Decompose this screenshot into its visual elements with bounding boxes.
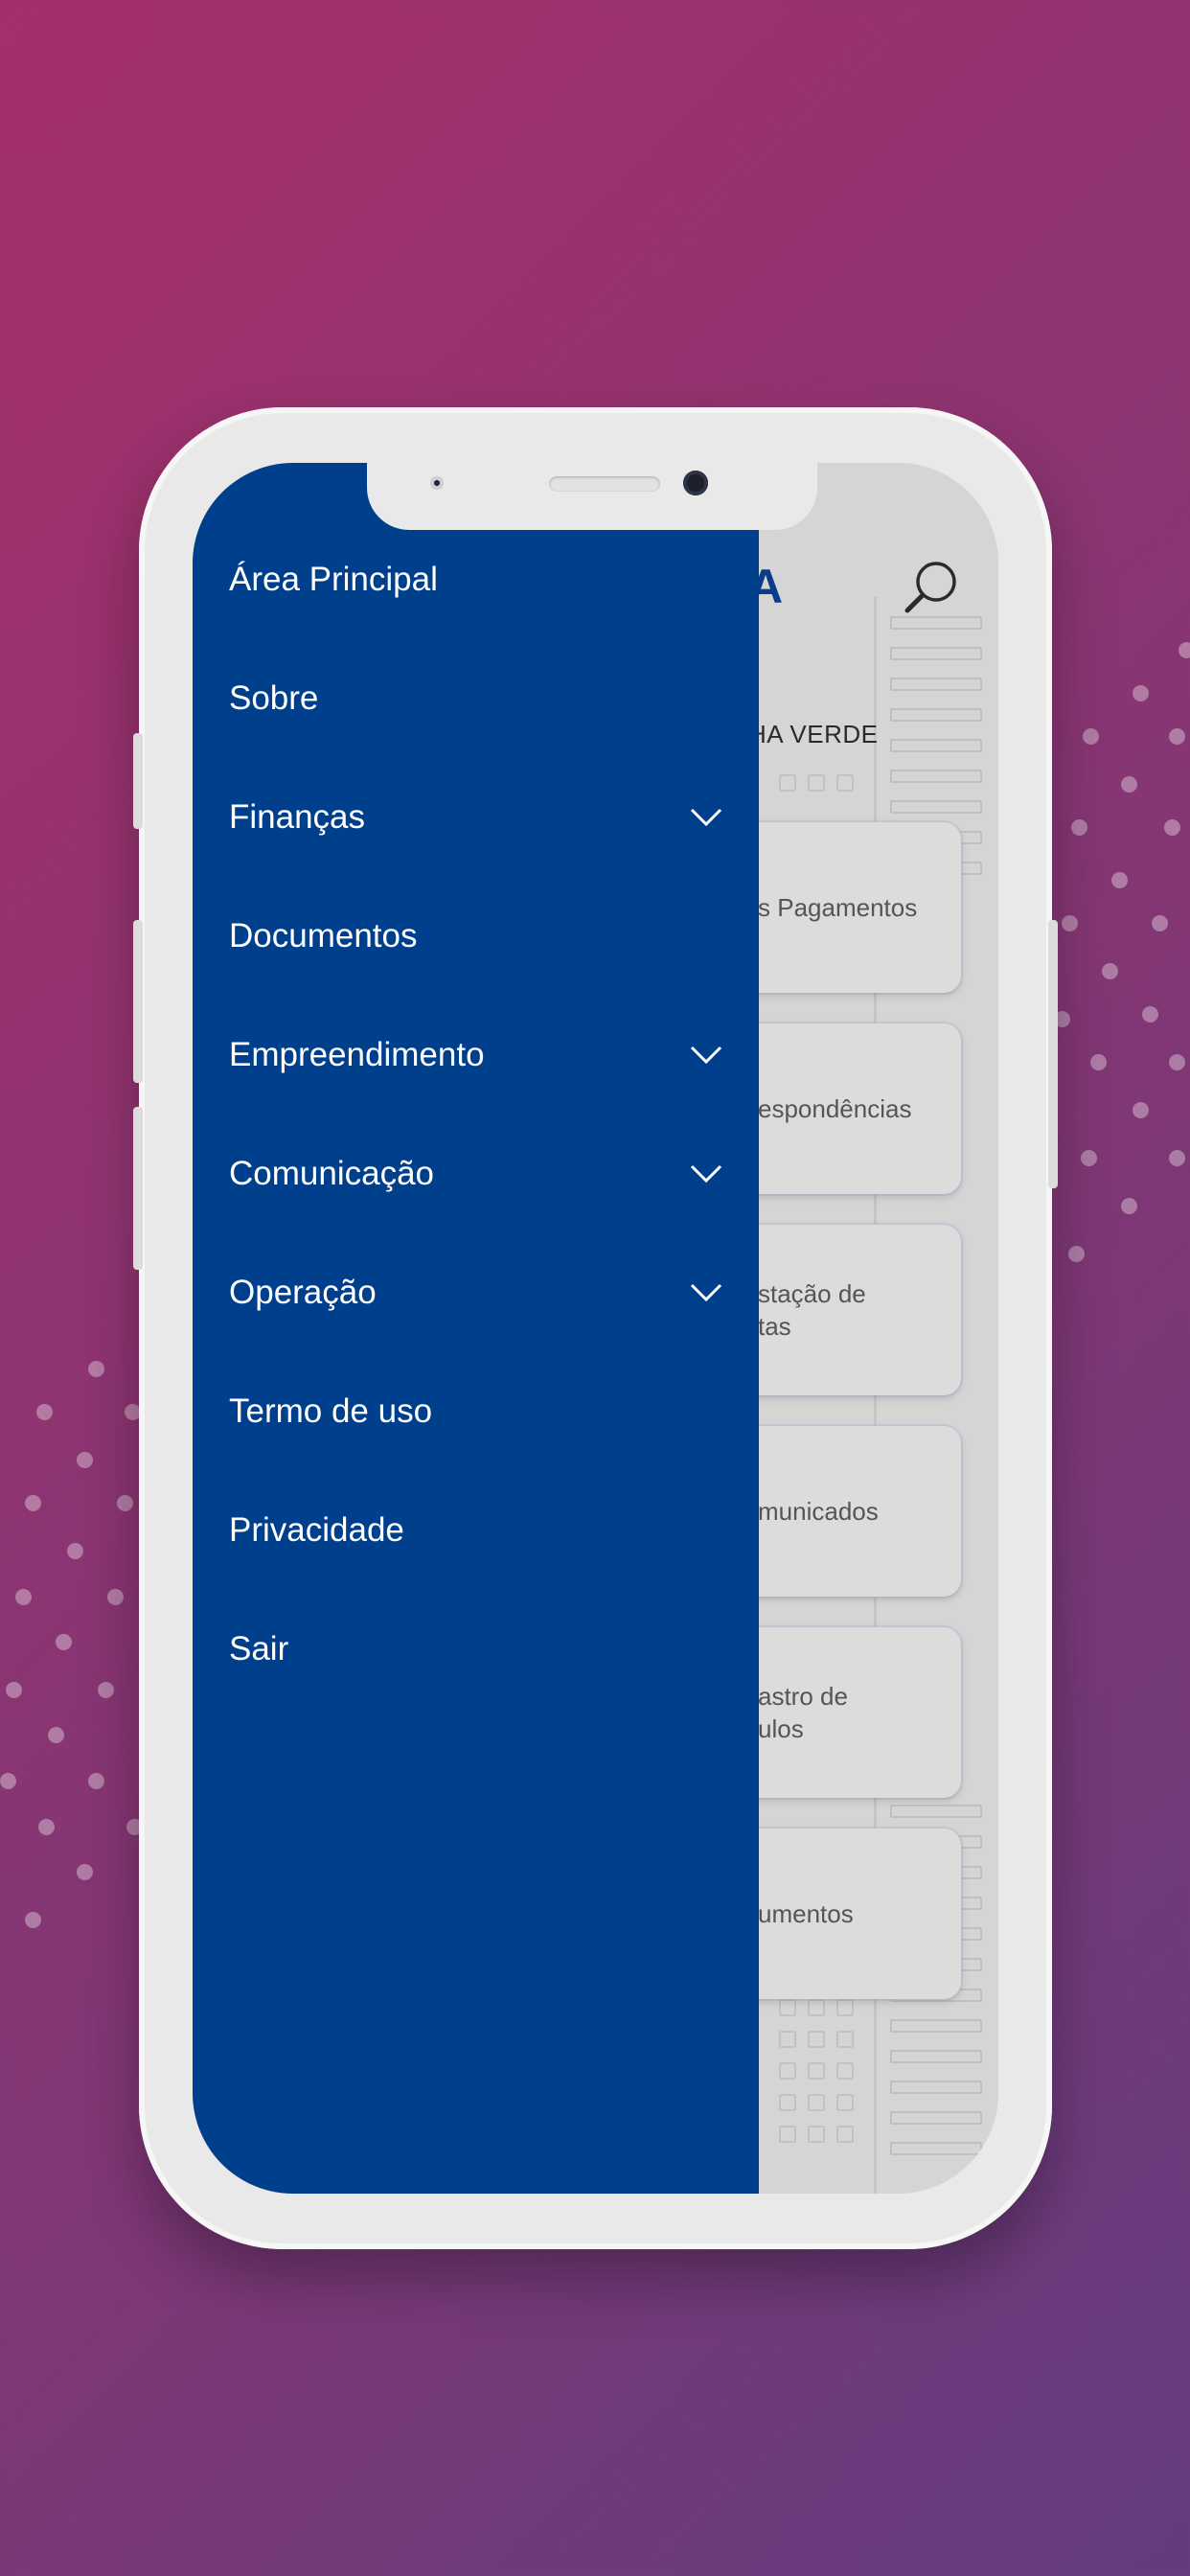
menu-item-termo-de-uso[interactable]: Termo de uso <box>193 1352 759 1471</box>
menu-item-label: Documentos <box>229 917 418 954</box>
menu-item-documentos[interactable]: Documentos <box>193 877 759 996</box>
menu-item-label: Comunicação <box>229 1155 434 1192</box>
chevron-down-icon[interactable] <box>690 808 722 827</box>
chevron-down-icon[interactable] <box>690 1046 722 1065</box>
menu-item-label: Privacidade <box>229 1511 404 1549</box>
menu-item-sobre[interactable]: Sobre <box>193 639 759 758</box>
menu-item-empreendimento[interactable]: Empreendimento <box>193 996 759 1115</box>
decorative-dots-left <box>0 1351 144 1945</box>
phone-button-mute <box>133 733 143 829</box>
navigation-drawer: Área Principal Sobre Finanças Documentos… <box>193 463 759 2194</box>
menu-item-label: Operação <box>229 1274 377 1311</box>
menu-item-sair[interactable]: Sair <box>193 1590 759 1709</box>
menu-item-area-principal[interactable]: Área Principal <box>193 520 759 639</box>
menu-item-operacao[interactable]: Operação <box>193 1233 759 1352</box>
menu-item-comunicacao[interactable]: Comunicação <box>193 1115 759 1233</box>
drawer-menu: Área Principal Sobre Finanças Documentos… <box>193 520 759 1709</box>
proximity-sensor <box>430 476 444 490</box>
phone-button-power <box>1048 920 1058 1188</box>
phone-button-volume-up <box>133 920 143 1083</box>
decorative-dots-right <box>1044 632 1190 1265</box>
menu-item-label: Sair <box>229 1630 289 1668</box>
menu-item-financas[interactable]: Finanças <box>193 758 759 877</box>
menu-item-label: Empreendimento <box>229 1036 485 1073</box>
phone-notch <box>367 463 817 530</box>
menu-item-privacidade[interactable]: Privacidade <box>193 1471 759 1590</box>
phone-frame: A HA VERDE s Pagamentos espondências sta… <box>133 407 1058 2249</box>
phone-button-volume-down <box>133 1107 143 1270</box>
app-title: HA VERDE <box>748 720 879 748</box>
phone-screen: A HA VERDE s Pagamentos espondências sta… <box>193 463 998 2194</box>
chevron-down-icon[interactable] <box>690 1283 722 1302</box>
front-camera <box>683 471 708 495</box>
chevron-down-icon[interactable] <box>690 1164 722 1184</box>
menu-item-label: Sobre <box>229 679 319 717</box>
earpiece-speaker <box>549 476 660 492</box>
menu-item-label: Termo de uso <box>229 1392 433 1430</box>
menu-item-label: Finanças <box>229 798 366 836</box>
menu-item-label: Área Principal <box>229 561 438 598</box>
search-icon[interactable] <box>902 557 961 616</box>
